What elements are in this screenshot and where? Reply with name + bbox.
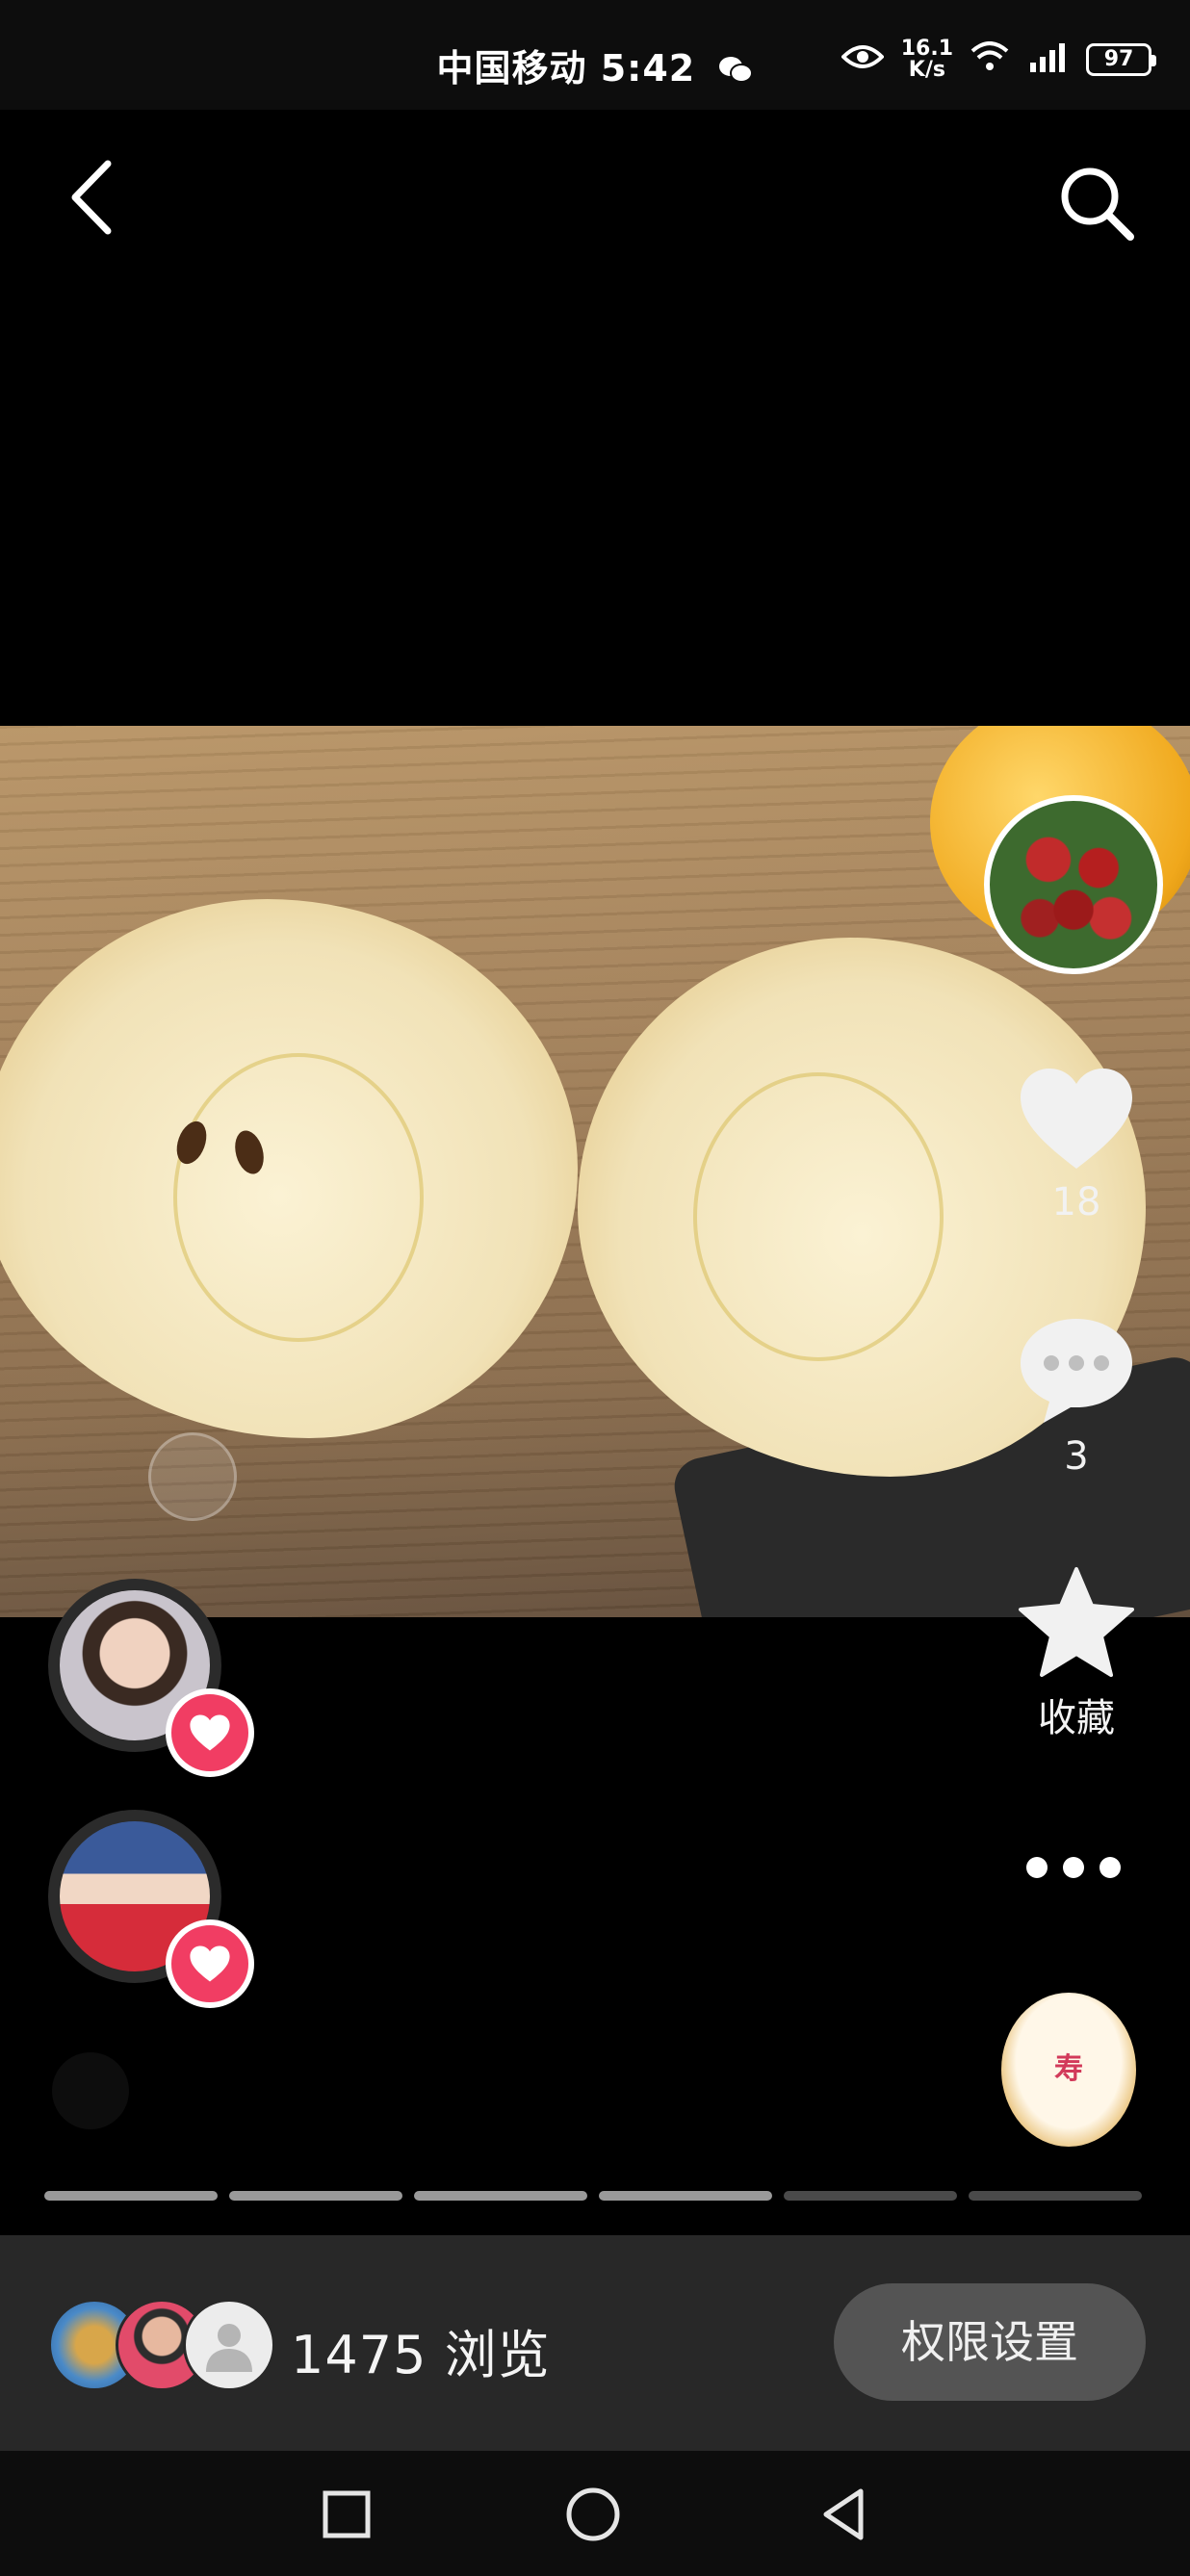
like-count: 18 bbox=[1051, 1180, 1101, 1224]
comment-count: 3 bbox=[1064, 1434, 1089, 1479]
back-nav-button[interactable] bbox=[815, 2486, 872, 2543]
progress-segment bbox=[969, 2191, 1142, 2201]
status-right: 16.1 K/s 97 bbox=[840, 39, 1156, 81]
wechat-icon bbox=[718, 50, 754, 92]
heart-icon bbox=[1021, 1069, 1132, 1169]
comment-icon bbox=[1021, 1319, 1132, 1423]
heart-icon bbox=[190, 1714, 230, 1751]
wifi-icon bbox=[970, 40, 1009, 79]
more-options-button[interactable] bbox=[1021, 1848, 1126, 1887]
view-count[interactable]: 1475 浏览 bbox=[291, 2312, 551, 2388]
music-sticker[interactable]: 寿 bbox=[1001, 1993, 1136, 2147]
network-speed-value: 16.1 bbox=[900, 37, 953, 61]
apple-core bbox=[693, 1072, 944, 1361]
home-button[interactable] bbox=[564, 2486, 622, 2543]
star-icon bbox=[1019, 1567, 1134, 1677]
progress-segment bbox=[599, 2191, 772, 2201]
like-button[interactable]: 18 bbox=[999, 1065, 1153, 1224]
network-speed: 16.1 K/s bbox=[901, 39, 953, 81]
favorite-label: 收藏 bbox=[1038, 1696, 1115, 1740]
liker-heart-badge bbox=[166, 1919, 254, 2008]
permission-settings-button[interactable]: 权限设置 bbox=[834, 2283, 1146, 2401]
floating-heart bbox=[148, 1432, 237, 1521]
battery-icon: 97 bbox=[1086, 43, 1156, 76]
comment-button[interactable]: 3 bbox=[999, 1313, 1153, 1479]
floating-avatar bbox=[52, 2052, 129, 2129]
progress-segment bbox=[414, 2191, 587, 2201]
chevron-left-icon bbox=[71, 160, 112, 235]
back-button[interactable] bbox=[58, 154, 125, 241]
favorite-button[interactable]: 收藏 bbox=[999, 1565, 1153, 1742]
eye-icon bbox=[840, 43, 885, 77]
viewer-avatar-placeholder bbox=[183, 2299, 275, 2391]
liker-avatar[interactable] bbox=[48, 1579, 254, 1777]
progress-segment bbox=[229, 2191, 402, 2201]
system-nav-bar bbox=[0, 2451, 1190, 2576]
square-icon bbox=[323, 2490, 371, 2538]
creator-avatar[interactable] bbox=[984, 795, 1163, 974]
progress-segment bbox=[44, 2191, 218, 2201]
signal-icon bbox=[1026, 41, 1069, 79]
viewer-avatars[interactable] bbox=[48, 2299, 279, 2391]
triangle-back-icon bbox=[823, 2488, 864, 2540]
more-dots-icon bbox=[1026, 1857, 1121, 1878]
carrier-time: 中国移动 5:42 bbox=[436, 47, 696, 90]
person-icon bbox=[206, 2324, 252, 2372]
search-icon bbox=[1061, 167, 1134, 241]
heart-icon bbox=[190, 1945, 230, 1982]
status-bar: 中国移动 5:42 16.1 K/s 97 bbox=[0, 0, 1190, 110]
search-button[interactable] bbox=[1055, 162, 1136, 243]
progress-segment bbox=[784, 2191, 957, 2201]
liker-avatar[interactable] bbox=[48, 1810, 254, 2008]
recents-button[interactable] bbox=[318, 2486, 375, 2543]
bottom-bar: 1475 浏览 权限设置 bbox=[0, 2235, 1190, 2451]
story-progress bbox=[44, 2191, 1142, 2201]
apple-core bbox=[173, 1053, 424, 1342]
circle-icon bbox=[566, 2487, 620, 2541]
liker-heart-badge bbox=[166, 1688, 254, 1777]
network-speed-unit: K/s bbox=[908, 58, 945, 82]
